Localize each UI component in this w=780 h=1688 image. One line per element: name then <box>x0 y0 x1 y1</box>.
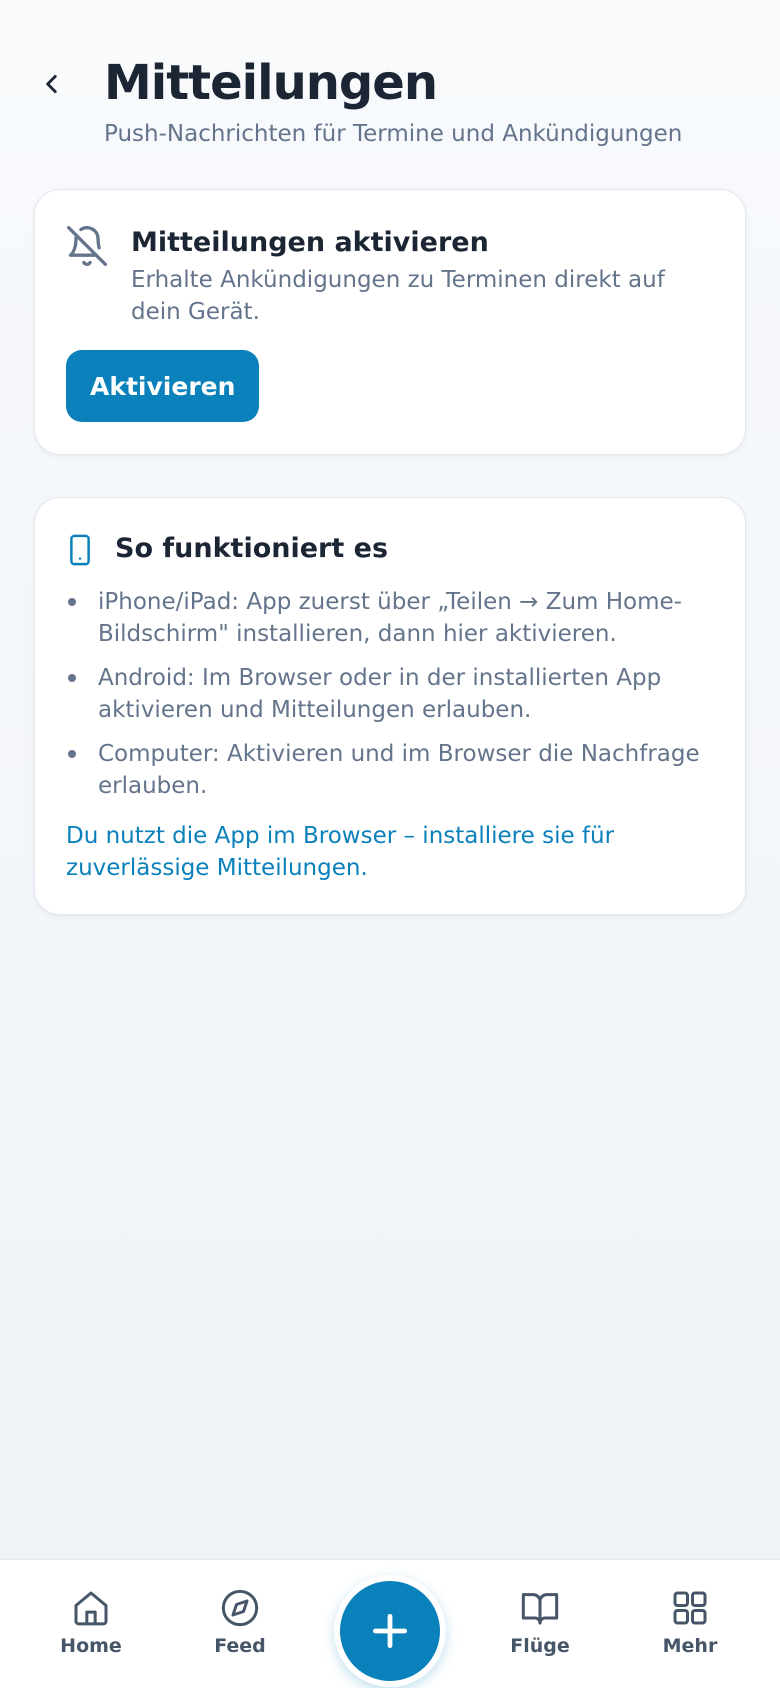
list-item: Computer: Aktivieren und im Browser die … <box>66 738 714 802</box>
page-title: Mitteilungen <box>104 55 438 111</box>
bell-off-icon <box>67 226 107 266</box>
nav-item-home[interactable]: Home <box>31 1588 151 1658</box>
page-subtitle: Push-Nachrichten für Termine und Ankündi… <box>104 121 683 147</box>
list-item-text: Computer: Aktivieren und im Browser die … <box>98 741 700 799</box>
how-it-works-card: So funktioniert es iPhone/iPad: App zuer… <box>34 497 746 915</box>
book-open-icon <box>521 1593 559 1625</box>
compass-icon <box>221 1589 259 1627</box>
how-it-works-list: iPhone/iPad: App zuerst über „Teilen → Z… <box>66 586 714 814</box>
chevron-left-icon <box>46 75 57 93</box>
nav-item-fluege[interactable]: Flüge <box>480 1588 600 1658</box>
nav-label-fluege: Flüge <box>510 1635 570 1657</box>
nav-label-home: Home <box>60 1635 122 1657</box>
nav-item-mehr[interactable]: Mehr <box>630 1588 750 1658</box>
install-app-link[interactable]: Du nutzt die App im Browser – installier… <box>66 820 726 884</box>
nav-label-mehr: Mehr <box>662 1635 718 1657</box>
how-it-works-title: So funktioniert es <box>115 533 389 564</box>
activate-card-description: Erhalte Ankündigungen zu Terminen direkt… <box>131 267 665 325</box>
list-item-text: iPhone/iPad: App zuerst über „Teilen → Z… <box>98 589 682 647</box>
activate-button[interactable]: Aktivieren <box>66 350 260 422</box>
list-item: Android: Im Browser oder in der installi… <box>66 662 714 726</box>
smartphone-icon <box>70 534 90 566</box>
home-icon <box>74 1591 108 1626</box>
bullet-icon <box>68 598 76 606</box>
bullet-icon <box>68 674 76 682</box>
add-button[interactable] <box>334 1575 446 1687</box>
list-item: iPhone/iPad: App zuerst über „Teilen → Z… <box>66 586 714 650</box>
back-button[interactable] <box>32 64 72 104</box>
grid-icon <box>673 1591 707 1625</box>
nav-label-feed: Feed <box>214 1635 266 1657</box>
activate-card-title: Mitteilungen aktivieren <box>131 227 489 258</box>
plus-icon <box>372 1613 408 1649</box>
nav-item-feed[interactable]: Feed <box>180 1588 300 1658</box>
activate-notifications-card: Mitteilungen aktivieren Erhalte Ankündig… <box>34 189 746 455</box>
list-item-text: Android: Im Browser oder in der installi… <box>98 665 662 723</box>
bullet-icon <box>68 750 76 758</box>
